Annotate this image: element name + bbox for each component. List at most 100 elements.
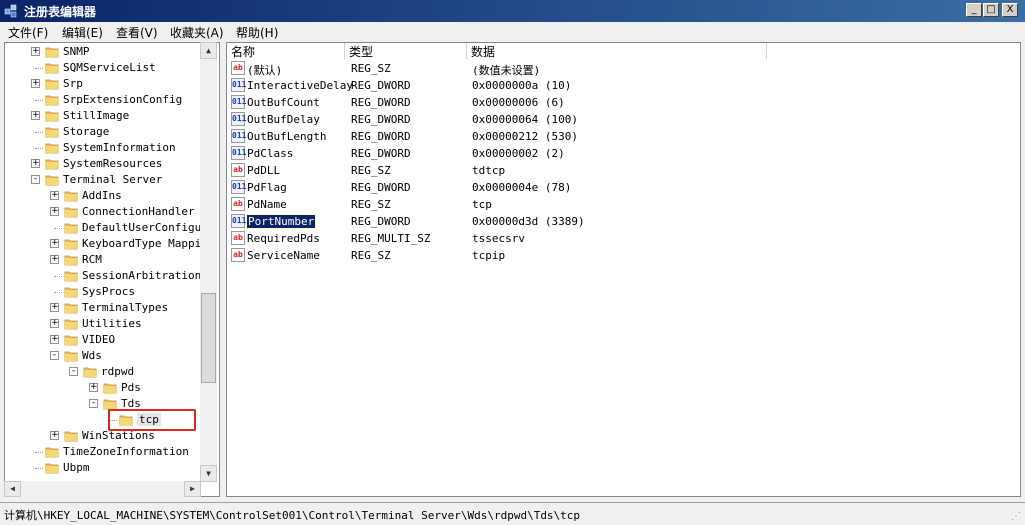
- value-name: OutBufCount: [247, 96, 320, 109]
- tree-item-srpextensionconfig[interactable]: SrpExtensionConfig: [5, 92, 201, 108]
- close-button[interactable]: X: [1002, 3, 1018, 17]
- tree-item-stillimage[interactable]: + StillImage: [5, 108, 201, 124]
- tree-connector: [35, 68, 43, 69]
- tree-scroll-thumb[interactable]: [201, 293, 216, 383]
- tree-item-sessionarbitrationh[interactable]: SessionArbitrationH: [5, 268, 208, 284]
- value-name: (默认): [247, 64, 283, 77]
- expand-icon[interactable]: +: [31, 79, 40, 88]
- tree-item-wds[interactable]: - Wds: [5, 348, 201, 364]
- value-row[interactable]: 011 OutBufLength REG_DWORD 0x00000212 (530): [227, 128, 1017, 145]
- expand-icon[interactable]: +: [50, 431, 59, 440]
- column-type[interactable]: 类型: [345, 43, 467, 59]
- expand-icon[interactable]: +: [89, 383, 98, 392]
- string-value-icon: ab: [231, 61, 245, 75]
- expand-icon[interactable]: +: [50, 319, 59, 328]
- minimize-button[interactable]: _: [966, 3, 982, 17]
- value-row[interactable]: 011 PortNumber REG_DWORD 0x00000d3d (3389): [227, 213, 1017, 230]
- value-type: REG_DWORD: [351, 96, 411, 109]
- tree-item-utilities[interactable]: + Utilities: [5, 316, 201, 332]
- tree-item-connectionhandler[interactable]: + ConnectionHandler: [5, 204, 201, 220]
- expand-icon[interactable]: +: [50, 207, 59, 216]
- tree-item-srp[interactable]: + Srp: [5, 76, 201, 92]
- expand-icon[interactable]: +: [31, 159, 40, 168]
- scroll-down-arrow-icon[interactable]: ▼: [200, 465, 217, 482]
- status-bar: 计算机\HKEY_LOCAL_MACHINE\SYSTEM\ControlSet…: [0, 502, 1025, 525]
- tree-item-label: SysProcs: [82, 285, 135, 298]
- value-row[interactable]: ab (默认) REG_SZ (数值未设置): [227, 60, 1017, 77]
- tree-item-rcm[interactable]: + RCM: [5, 252, 201, 268]
- scroll-right-arrow-icon[interactable]: ▶: [184, 481, 201, 497]
- value-row[interactable]: 011 InteractiveDelay REG_DWORD 0x0000000a (…: [227, 77, 1017, 94]
- value-row[interactable]: 011 OutBufDelay REG_DWORD 0x00000064 (100): [227, 111, 1017, 128]
- expand-icon[interactable]: +: [31, 111, 40, 120]
- menu-edit[interactable]: 编辑(E): [62, 24, 103, 41]
- value-name: PdClass: [247, 147, 294, 160]
- tree-item-terminal-server[interactable]: - Terminal Server: [5, 172, 201, 188]
- value-name: PdDLL: [247, 164, 281, 177]
- menu-file[interactable]: 文件(F): [8, 24, 48, 41]
- menu-view[interactable]: 查看(V): [116, 24, 158, 41]
- value-type: REG_MULTI_SZ: [351, 232, 431, 245]
- tree-item-snmp[interactable]: + SNMP: [5, 44, 201, 60]
- collapse-icon[interactable]: -: [31, 175, 40, 184]
- tree-vertical-scrollbar[interactable]: ▲ ▼: [200, 42, 217, 482]
- tree-item-timezoneinformation[interactable]: TimeZoneInformation: [5, 444, 201, 460]
- string-value-icon: ab: [231, 248, 245, 262]
- menu-bar: 文件(F) 编辑(E) 查看(V) 收藏夹(A) 帮助(H): [0, 22, 1025, 41]
- string-value-icon: ab: [231, 163, 245, 177]
- value-row[interactable]: ab ServiceName REG_SZ tcpip: [227, 247, 1017, 264]
- value-row[interactable]: 011 PdClass REG_DWORD 0x00000002 (2): [227, 145, 1017, 162]
- expand-icon[interactable]: +: [50, 239, 59, 248]
- value-row[interactable]: 011 PdFlag REG_DWORD 0x0000004e (78): [227, 179, 1017, 196]
- tree-item-keyboardtype-mappin[interactable]: + KeyboardType Mappin: [5, 236, 208, 252]
- expand-icon[interactable]: +: [50, 255, 59, 264]
- resize-grip-icon[interactable]: ⋰: [1011, 511, 1023, 523]
- expand-icon[interactable]: +: [31, 47, 40, 56]
- collapse-icon[interactable]: -: [89, 399, 98, 408]
- tree-item-label: RCM: [82, 253, 102, 266]
- column-name[interactable]: 名称: [227, 43, 345, 59]
- folder-icon: [45, 447, 59, 458]
- tree-item-addins[interactable]: + AddIns: [5, 188, 201, 204]
- tree-item-pds[interactable]: + Pds: [5, 380, 201, 396]
- value-row[interactable]: ab RequiredPds REG_MULTI_SZ tssecsrv: [227, 230, 1017, 247]
- column-data[interactable]: 数据: [467, 43, 767, 59]
- tcp-highlight-annotation: [108, 409, 196, 431]
- tree-item-systemresources[interactable]: + SystemResources: [5, 156, 201, 172]
- maximize-button[interactable]: □: [983, 3, 999, 17]
- menu-help[interactable]: 帮助(H): [236, 24, 278, 41]
- tree-connector: [54, 292, 62, 293]
- string-value-icon: ab: [231, 231, 245, 245]
- expand-icon[interactable]: +: [50, 335, 59, 344]
- tree-item-sqmservicelist[interactable]: SQMServiceList: [5, 60, 201, 76]
- registry-editor-icon: [4, 4, 17, 18]
- value-type: REG_DWORD: [351, 113, 411, 126]
- value-row[interactable]: ab PdDLL REG_SZ tdtcp: [227, 162, 1017, 179]
- tree-item-label: VIDEO: [82, 333, 116, 346]
- tree-item-defaultuserconfigur[interactable]: DefaultUserConfigur: [5, 220, 208, 236]
- tree-item-ubpm[interactable]: Ubpm: [5, 460, 201, 476]
- tree-item-label: AddIns: [82, 189, 122, 202]
- collapse-icon[interactable]: -: [50, 351, 59, 360]
- tree-connector: [35, 132, 43, 133]
- menu-favorites[interactable]: 收藏夹(A): [170, 24, 224, 41]
- dword-value-icon: 011: [231, 214, 246, 228]
- tree-item-terminaltypes[interactable]: + TerminalTypes: [5, 300, 201, 316]
- value-type: REG_SZ: [351, 198, 391, 211]
- tree-item-systeminformation[interactable]: SystemInformation: [5, 140, 201, 156]
- value-row[interactable]: ab PdName REG_SZ tcp: [227, 196, 1017, 213]
- tree-item-sysprocs[interactable]: SysProcs: [5, 284, 201, 300]
- value-list[interactable]: 名称 类型 数据 ab (默认) REG_SZ (数值未设置) 011 Interacti…: [226, 42, 1021, 497]
- tree-horizontal-scrollbar[interactable]: ◀ ▶: [4, 481, 201, 497]
- scroll-up-arrow-icon[interactable]: ▲: [200, 42, 217, 59]
- tree-item-storage[interactable]: Storage: [5, 124, 201, 140]
- value-data: 0x00000006 (6): [472, 96, 565, 109]
- scroll-left-arrow-icon[interactable]: ◀: [4, 481, 21, 497]
- expand-icon[interactable]: +: [50, 191, 59, 200]
- title-bar: 注册表编辑器 _ □ X: [0, 0, 1025, 22]
- collapse-icon[interactable]: -: [69, 367, 78, 376]
- value-row[interactable]: 011 OutBufCount REG_DWORD 0x00000006 (6): [227, 94, 1017, 111]
- tree-item-video[interactable]: + VIDEO: [5, 332, 201, 348]
- expand-icon[interactable]: +: [50, 303, 59, 312]
- tree-item-rdpwd[interactable]: - rdpwd: [5, 364, 201, 380]
